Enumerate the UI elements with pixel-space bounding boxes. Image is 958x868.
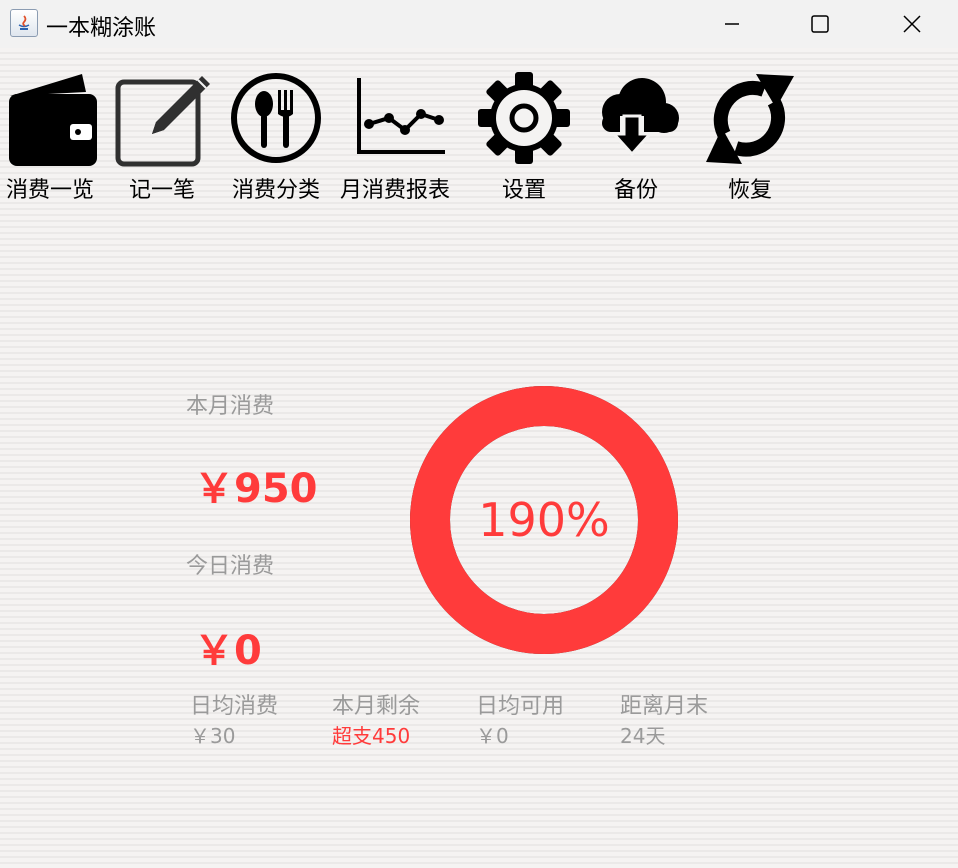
- toolbar-item-backup[interactable]: 备份: [590, 68, 682, 204]
- daily-average-value: ￥30: [190, 724, 236, 748]
- toolbar-label: 设置: [501, 178, 546, 203]
- month-spending-label: 本月消费: [186, 394, 275, 419]
- toolbar-item-overview[interactable]: 消费一览: [2, 68, 98, 204]
- toolbar-label: 消费一览: [5, 178, 94, 203]
- cloud-download-icon: [602, 78, 679, 157]
- close-icon: [903, 15, 921, 33]
- java-app-icon: [10, 9, 38, 37]
- toolbar-label: 月消费报表: [340, 178, 451, 203]
- daily-available-value: ￥0: [476, 724, 509, 748]
- refresh-icon: [706, 74, 794, 164]
- line-chart-icon: [357, 78, 445, 154]
- progress-percent-text: 190%: [478, 493, 610, 547]
- today-spending-amount: ￥0: [194, 628, 262, 674]
- toolbar-label: 记一笔: [128, 178, 195, 203]
- cutlery-icon: [231, 73, 321, 163]
- close-button[interactable]: [866, 0, 958, 48]
- window-title: 一本糊涂账: [46, 16, 157, 41]
- toolbar-item-record[interactable]: 记一笔: [112, 68, 212, 204]
- days-to-month-end-label: 距离月末: [620, 694, 709, 719]
- toolbar-item-category[interactable]: 消费分类: [226, 68, 326, 204]
- month-remaining-value: 超支450: [332, 724, 411, 748]
- days-to-month-end-value: 24天: [620, 724, 666, 748]
- toolbar-label: 备份: [613, 178, 658, 203]
- month-spending-amount: ￥950: [194, 466, 318, 512]
- minimize-icon: [725, 23, 739, 25]
- edit-note-icon: [115, 76, 210, 167]
- month-remaining-label: 本月剩余: [332, 694, 421, 719]
- wallet-icon: [9, 74, 97, 166]
- today-spending-label: 今日消费: [186, 554, 275, 579]
- toolbar-label: 消费分类: [231, 178, 320, 203]
- gear-icon: [478, 72, 570, 164]
- toolbar-item-settings[interactable]: 设置: [476, 68, 572, 204]
- toolbar-item-monthly-report[interactable]: 月消费报表: [340, 68, 450, 204]
- maximize-button[interactable]: [774, 0, 866, 48]
- daily-average-label: 日均消费: [190, 694, 279, 719]
- minimize-button[interactable]: [686, 0, 778, 48]
- budget-progress-ring: 190%: [410, 386, 678, 654]
- daily-available-label: 日均可用: [476, 694, 565, 719]
- toolbar-item-restore[interactable]: 恢复: [702, 68, 798, 204]
- maximize-icon: [811, 15, 829, 33]
- title-bar: 一本糊涂账: [0, 0, 958, 48]
- toolbar-label: 恢复: [727, 178, 772, 203]
